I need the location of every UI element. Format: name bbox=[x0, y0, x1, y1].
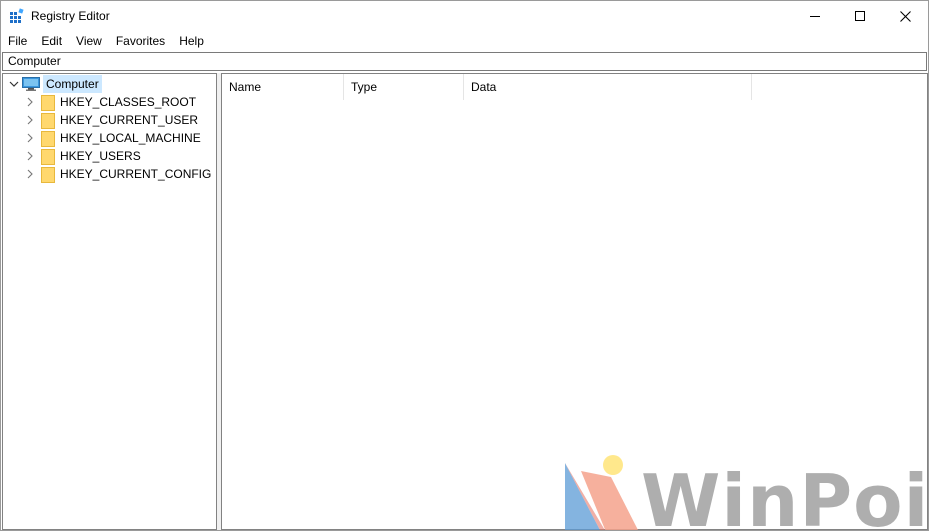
folder-icon bbox=[41, 113, 55, 129]
folder-icon bbox=[41, 131, 55, 147]
values-list-pane[interactable]: Name Type Data bbox=[221, 73, 928, 530]
chevron-right-icon[interactable] bbox=[25, 115, 35, 125]
maximize-icon bbox=[855, 11, 865, 21]
close-icon bbox=[899, 10, 911, 22]
menu-view[interactable]: View bbox=[69, 32, 109, 51]
tree-label: HKEY_LOCAL_MACHINE bbox=[60, 131, 201, 145]
menu-edit[interactable]: Edit bbox=[34, 32, 69, 51]
menu-file[interactable]: File bbox=[1, 32, 34, 51]
chevron-right-icon[interactable] bbox=[25, 169, 35, 179]
tree-label-computer: Computer bbox=[43, 75, 102, 93]
tree-label: HKEY_CURRENT_CONFIG bbox=[60, 167, 212, 181]
tree-label: HKEY_CURRENT_USER bbox=[60, 113, 199, 127]
menu-bar: File Edit View Favorites Help bbox=[1, 32, 928, 51]
title-bar[interactable]: Registry Editor bbox=[1, 1, 928, 31]
column-header-type[interactable]: Type bbox=[344, 74, 464, 100]
chevron-right-icon[interactable] bbox=[25, 151, 35, 161]
window-title: Registry Editor bbox=[31, 9, 110, 23]
chevron-down-icon[interactable] bbox=[9, 79, 19, 89]
folder-icon bbox=[41, 167, 55, 183]
list-header: Name Type Data bbox=[222, 74, 927, 100]
menu-help[interactable]: Help bbox=[172, 32, 211, 51]
tree-label: HKEY_CLASSES_ROOT bbox=[60, 95, 197, 109]
folder-icon bbox=[41, 95, 55, 111]
chevron-right-icon[interactable] bbox=[25, 133, 35, 143]
registry-editor-window: Registry Editor File Edit View Favorites… bbox=[0, 0, 929, 531]
registry-editor-icon bbox=[10, 8, 24, 23]
key-tree-pane[interactable]: Computer HKEY_CLASSES_ROOT HKEY_CURRENT_… bbox=[2, 73, 217, 530]
column-header-name[interactable]: Name bbox=[222, 74, 344, 100]
folder-icon bbox=[41, 149, 55, 165]
close-button[interactable] bbox=[882, 1, 928, 31]
tree-label: HKEY_USERS bbox=[60, 149, 141, 163]
computer-icon bbox=[22, 77, 40, 91]
column-header-data[interactable]: Data bbox=[464, 74, 752, 100]
minimize-button[interactable] bbox=[792, 1, 838, 31]
maximize-button[interactable] bbox=[837, 1, 883, 31]
address-bar[interactable]: Computer bbox=[2, 52, 927, 71]
chevron-right-icon[interactable] bbox=[25, 97, 35, 107]
menu-favorites[interactable]: Favorites bbox=[109, 32, 172, 51]
minimize-icon bbox=[810, 16, 820, 17]
